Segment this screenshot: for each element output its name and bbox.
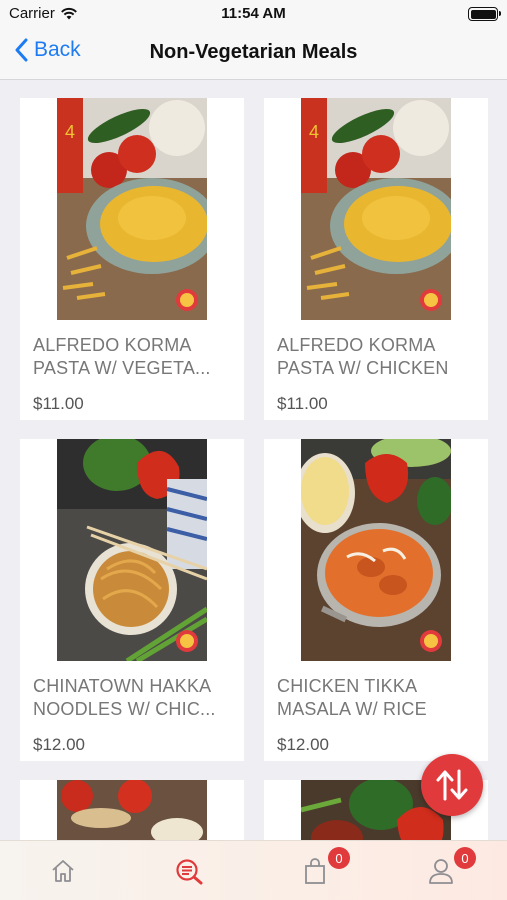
- product-image: [301, 439, 451, 661]
- tab-bar: 0 0: [0, 840, 507, 900]
- navigation-bar: Back Non-Vegetarian Meals: [0, 28, 507, 80]
- product-name: CHINATOWN HAKKA NOODLES W/ CHIC...: [33, 676, 216, 719]
- tab-search-menu[interactable]: [126, 841, 252, 900]
- product-grid: 4 ALFREDO KORMA PASTA W/ VEGETA... $11.0…: [0, 80, 507, 840]
- svg-text:4: 4: [309, 122, 319, 142]
- product-image: 4: [301, 98, 451, 320]
- product-price: $11.00: [33, 394, 84, 413]
- cart-count-badge: 0: [328, 847, 350, 869]
- profile-icon: [429, 859, 453, 884]
- product-name: ALFREDO KORMA PASTA W/ CHICKEN: [277, 335, 449, 378]
- sort-arrows-icon: [436, 769, 468, 801]
- product-card[interactable]: [20, 780, 244, 840]
- product-price: $12.00: [277, 735, 329, 754]
- tab-cart[interactable]: 0: [252, 841, 378, 900]
- status-bar: Carrier 11:54 AM: [0, 0, 507, 28]
- home-icon: [52, 860, 74, 882]
- product-card[interactable]: 4 ALFREDO KORMA PASTA W/ VEGETA... $11.0…: [20, 98, 244, 420]
- tab-profile[interactable]: 0: [378, 841, 504, 900]
- product-name: ALFREDO KORMA PASTA W/ VEGETA...: [33, 335, 211, 378]
- product-image: [57, 780, 207, 840]
- search-menu-icon: [176, 859, 203, 885]
- battery-icon: [468, 7, 501, 21]
- product-price: $11.00: [277, 394, 328, 413]
- svg-text:4: 4: [65, 122, 75, 142]
- tab-home[interactable]: [0, 841, 126, 900]
- sort-button[interactable]: [421, 754, 483, 816]
- product-image: [57, 439, 207, 661]
- product-card[interactable]: CHINATOWN HAKKA NOODLES W/ CHIC... $12.0…: [20, 439, 244, 761]
- product-image: 4: [57, 98, 207, 320]
- product-name: CHICKEN TIKKA MASALA W/ RICE: [277, 676, 427, 719]
- shopping-bag-icon: [305, 858, 325, 884]
- profile-notification-badge: 0: [454, 847, 476, 869]
- product-price: $12.00: [33, 735, 85, 754]
- clock: 11:54 AM: [221, 5, 286, 22]
- page-title: Non-Vegetarian Meals: [149, 41, 358, 63]
- product-card[interactable]: 4 ALFREDO KORMA PASTA W/ CHICKEN $11.00: [264, 98, 488, 420]
- product-card[interactable]: CHICKEN TIKKA MASALA W/ RICE $12.00: [264, 439, 488, 761]
